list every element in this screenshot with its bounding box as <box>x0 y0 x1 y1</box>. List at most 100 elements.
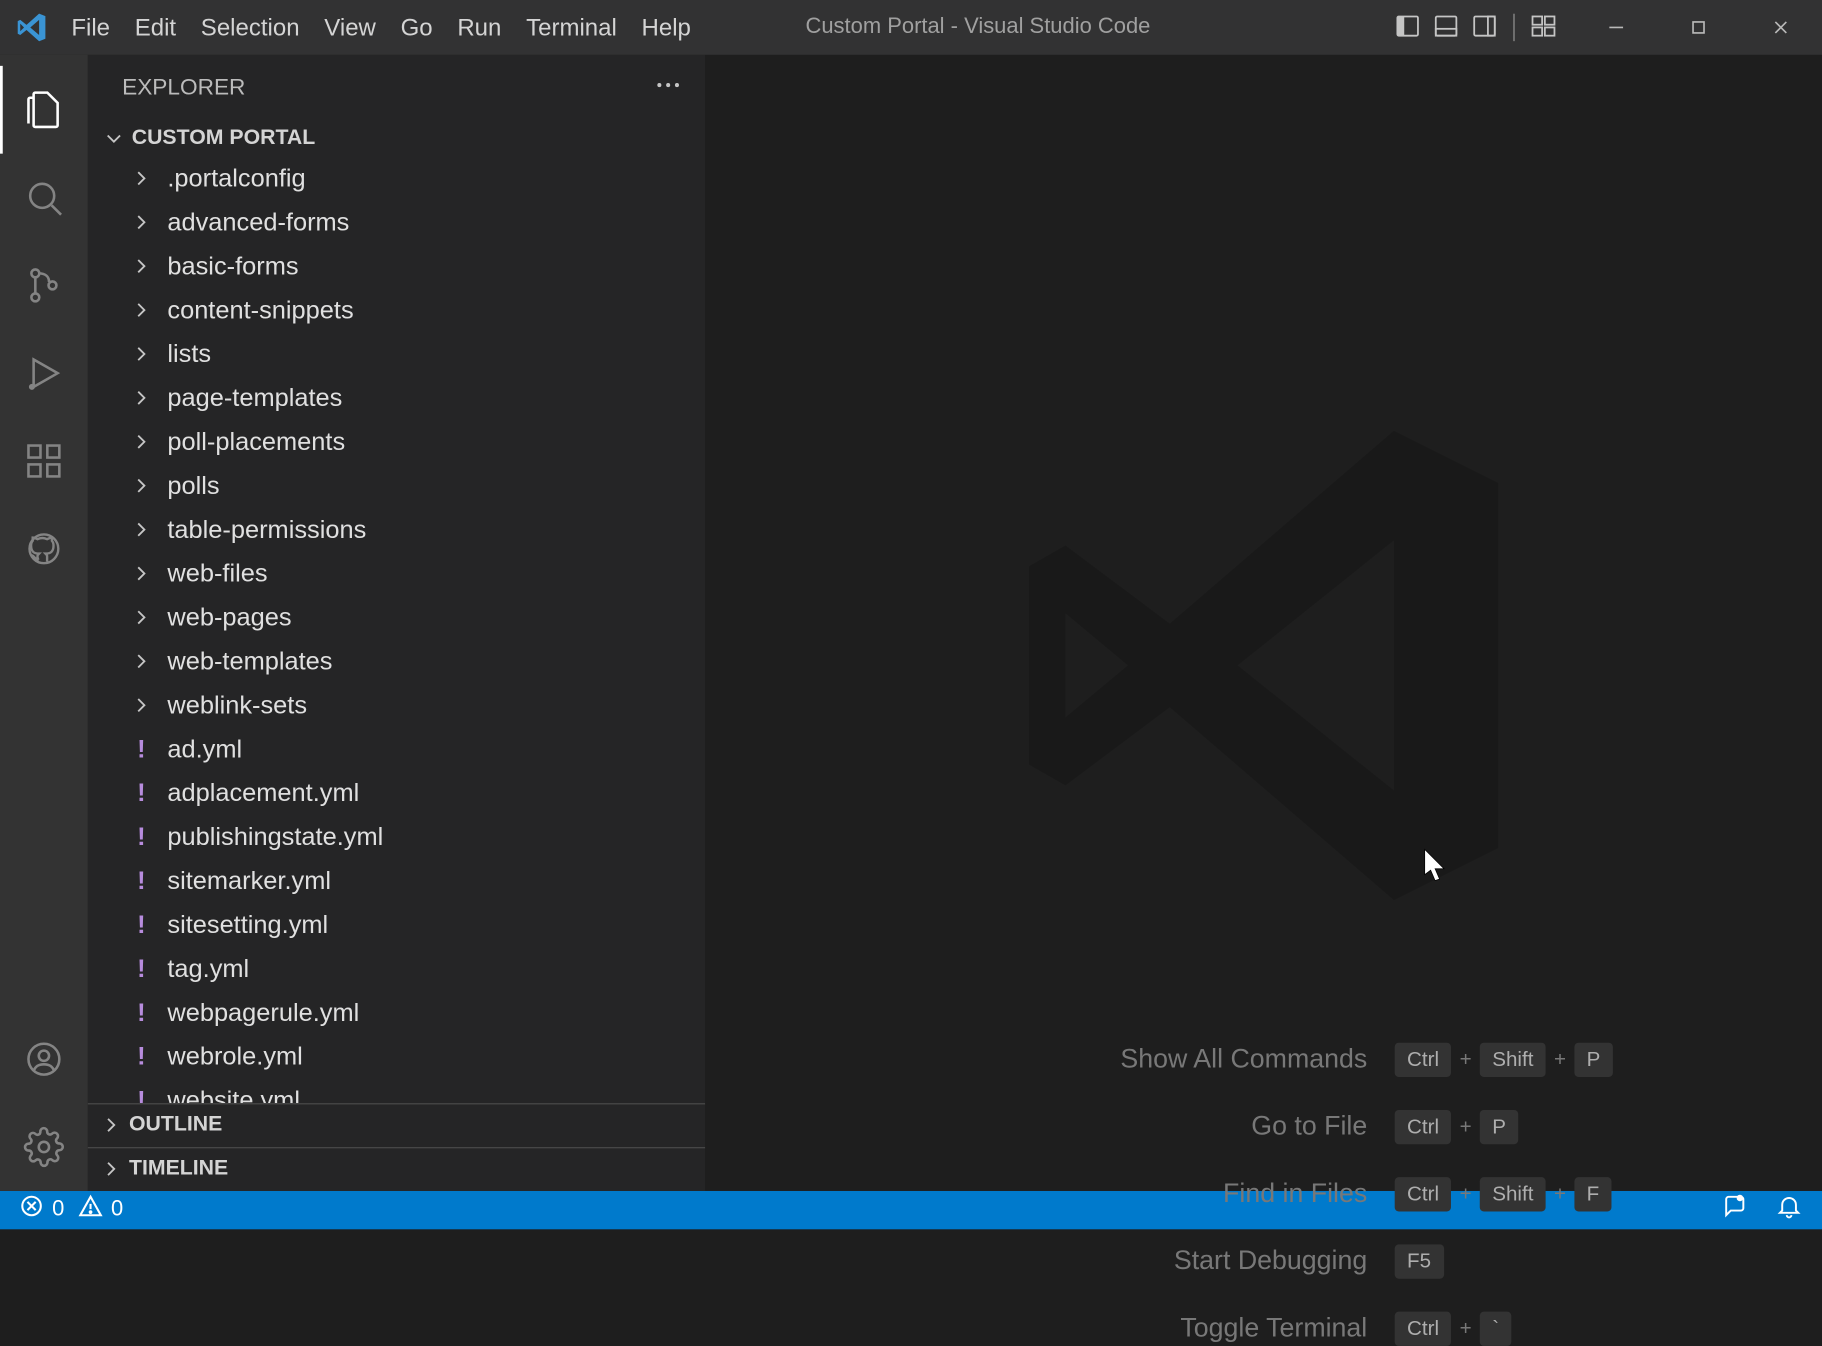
errors-icon[interactable] <box>19 1194 44 1226</box>
layout-left-icon[interactable] <box>1390 6 1426 49</box>
file-item[interactable]: !sitemarker.yml <box>88 859 705 903</box>
folder-label: web-pages <box>167 602 291 632</box>
folder-label: basic-forms <box>167 251 298 281</box>
layout-right-icon[interactable] <box>1467 6 1503 49</box>
explorer-more-icon[interactable] <box>653 69 683 106</box>
folder-item[interactable]: page-templates <box>88 376 705 420</box>
file-item[interactable]: ! webrole.yml <box>88 1034 705 1078</box>
minimize-button[interactable] <box>1575 0 1657 55</box>
activity-extensions[interactable] <box>0 417 88 505</box>
chevron-right-icon <box>126 561 156 586</box>
activity-run-debug[interactable] <box>0 329 88 417</box>
yaml-file-icon: ! <box>126 954 156 984</box>
chevron-right-icon <box>126 166 156 191</box>
hint-label: Show All Commands <box>915 1044 1368 1076</box>
folder-item[interactable]: basic-forms <box>88 244 705 288</box>
activity-explorer[interactable] <box>0 66 88 154</box>
vscode-logo-icon <box>16 12 46 42</box>
menu-view[interactable]: View <box>312 3 388 51</box>
menu-terminal[interactable]: Terminal <box>514 3 629 51</box>
key: Shift <box>1480 1043 1546 1077</box>
folder-item[interactable]: poll-placements <box>88 420 705 464</box>
section-timeline[interactable]: TIMELINE <box>88 1147 705 1191</box>
section-outline[interactable]: OUTLINE <box>88 1103 705 1147</box>
folder-item[interactable]: advanced-forms <box>88 200 705 244</box>
feedback-icon[interactable] <box>1720 1193 1747 1227</box>
hint-keys: Ctrl+ Shift+ P <box>1395 1043 1613 1077</box>
folder-label: web-templates <box>167 646 332 676</box>
chevron-right-icon <box>126 254 156 279</box>
file-label: webrole.yml <box>167 1041 302 1071</box>
file-label: sitemarker.yml <box>167 866 331 896</box>
file-label: ad.yml <box>167 734 242 764</box>
activity-github[interactable] <box>0 505 88 593</box>
activity-bar <box>0 55 88 1191</box>
hint-label: Go to File <box>915 1111 1368 1143</box>
folder-item[interactable]: web-files <box>88 552 705 596</box>
folder-label: polls <box>167 471 219 501</box>
chevron-right-icon <box>99 1157 124 1182</box>
folder-label: advanced-forms <box>167 207 349 237</box>
hint-label: Toggle Terminal <box>915 1313 1368 1345</box>
key: Ctrl <box>1395 1177 1452 1211</box>
folder-item[interactable]: lists <box>88 332 705 376</box>
file-item[interactable]: !adplacement.yml <box>88 771 705 815</box>
chevron-right-icon <box>126 693 156 718</box>
menu-run[interactable]: Run <box>445 3 514 51</box>
hint-show-all-commands: Show All Commands Ctrl+ Shift+ P <box>915 1043 1613 1077</box>
folder-item[interactable]: content-snippets <box>88 288 705 332</box>
menu-file[interactable]: File <box>59 3 122 51</box>
yaml-file-icon: ! <box>126 822 156 852</box>
explorer-header: EXPLORER <box>88 55 705 121</box>
file-item[interactable]: !publishingstate.yml <box>88 815 705 859</box>
folder-label: lists <box>167 339 211 369</box>
folder-item[interactable]: table-permissions <box>88 508 705 552</box>
maximize-button[interactable] <box>1657 0 1739 55</box>
tree-root[interactable]: CUSTOM PORTAL <box>88 121 705 157</box>
activity-source-control[interactable] <box>0 241 88 329</box>
menu-help[interactable]: Help <box>629 3 703 51</box>
folder-item[interactable]: .portalconfig <box>88 156 705 200</box>
close-button[interactable] <box>1740 0 1822 55</box>
chevron-right-icon <box>126 429 156 454</box>
activity-search[interactable] <box>0 154 88 242</box>
yaml-file-icon: ! <box>126 1041 156 1071</box>
tree-root-label: CUSTOM PORTAL <box>132 126 316 151</box>
layout-bottom-icon[interactable] <box>1428 6 1464 49</box>
hint-keys: Ctrl+ P <box>1395 1110 1519 1144</box>
window-title: Custom Portal - Visual Studio Code <box>703 15 1252 40</box>
separator <box>1513 14 1514 41</box>
yaml-file-icon: ! <box>126 997 156 1027</box>
yaml-file-icon: ! <box>126 778 156 808</box>
folder-label: poll-placements <box>167 427 345 457</box>
customize-layout-icon[interactable] <box>1526 6 1562 49</box>
chevron-right-icon <box>126 517 156 542</box>
folder-label: content-snippets <box>167 295 353 325</box>
menu-go[interactable]: Go <box>388 3 445 51</box>
vscode-watermark-icon <box>1003 405 1524 930</box>
activity-accounts[interactable] <box>0 1015 88 1103</box>
file-item[interactable]: !webpagerule.yml <box>88 991 705 1035</box>
file-item[interactable]: ! ad.yml <box>88 727 705 771</box>
key: Shift <box>1480 1177 1546 1211</box>
menu-edit[interactable]: Edit <box>122 3 188 51</box>
hint-label: Start Debugging <box>915 1246 1368 1278</box>
file-item[interactable]: !sitesetting.yml <box>88 903 705 947</box>
folder-item[interactable]: web-pages <box>88 595 705 639</box>
file-item[interactable]: !tag.yml <box>88 947 705 991</box>
menu-bar: File Edit Selection View Go Run Terminal… <box>59 3 703 51</box>
menu-selection[interactable]: Selection <box>188 3 311 51</box>
warnings-count[interactable]: 0 <box>111 1197 123 1222</box>
notifications-icon[interactable] <box>1775 1193 1802 1227</box>
file-item[interactable]: !website.yml <box>88 1078 705 1102</box>
activity-settings[interactable] <box>0 1103 88 1191</box>
errors-count[interactable]: 0 <box>52 1197 64 1222</box>
layout-controls <box>1390 6 1561 49</box>
folder-item[interactable]: web-templates <box>88 639 705 683</box>
key: Ctrl <box>1395 1110 1452 1144</box>
folder-item[interactable]: polls <box>88 464 705 508</box>
hint-start-debug: Start Debugging F5 <box>915 1244 1613 1278</box>
warnings-icon[interactable] <box>78 1194 103 1226</box>
folder-item[interactable]: weblink-sets <box>88 683 705 727</box>
yaml-file-icon: ! <box>126 734 156 764</box>
